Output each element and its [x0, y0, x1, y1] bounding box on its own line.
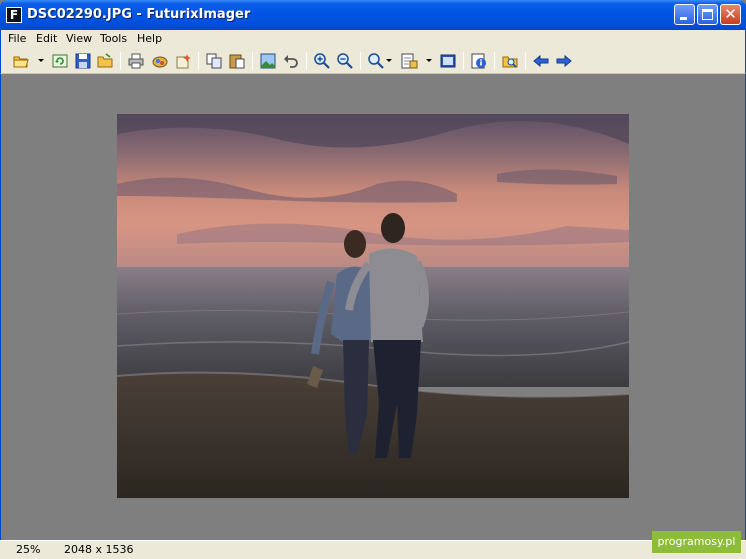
scan-button[interactable] — [151, 52, 169, 70]
refresh-button[interactable] — [51, 52, 69, 70]
next-image-button[interactable] — [555, 52, 573, 70]
toolbar-separator — [198, 52, 199, 70]
photo-sunset-beach-couple — [117, 114, 629, 498]
arrow-right-icon — [556, 54, 572, 68]
copy-button[interactable] — [205, 52, 223, 70]
wallpaper-button[interactable] — [259, 52, 277, 70]
info-icon — [471, 53, 486, 69]
open-dropdown-arrow[interactable] — [38, 59, 44, 62]
menu-file[interactable]: File — [8, 31, 26, 47]
toolbar-separator — [306, 52, 307, 70]
maximize-button[interactable] — [697, 4, 718, 25]
open-folder-icon — [13, 56, 29, 68]
minimize-icon — [680, 17, 687, 20]
zoom-out-icon — [337, 53, 353, 69]
effects-button[interactable] — [174, 52, 192, 70]
printer-icon — [128, 53, 144, 69]
browse-button[interactable] — [501, 52, 519, 70]
magnifier-icon — [368, 53, 384, 69]
image-dimensions: 2048 x 1536 — [64, 543, 134, 556]
close-button[interactable]: ✕ — [720, 4, 741, 25]
zoom-level: 25% — [16, 543, 41, 556]
fullscreen-icon — [440, 54, 456, 68]
scanner-icon — [152, 56, 168, 68]
paste-icon — [229, 54, 245, 69]
toolbar-separator — [463, 52, 464, 70]
effects-icon — [176, 54, 191, 69]
zoom-dropdown-arrow[interactable] — [386, 59, 392, 62]
image-viewport[interactable] — [0, 74, 746, 540]
previous-image-button[interactable] — [532, 52, 550, 70]
close-icon: ✕ — [724, 5, 737, 23]
toolbar-separator — [360, 52, 361, 70]
undo-icon — [284, 55, 298, 68]
image-icon — [260, 53, 276, 69]
window-title: DSC02290.JPG - FuturixImager — [27, 7, 251, 22]
info-button[interactable] — [470, 52, 488, 70]
arrow-left-icon — [533, 54, 549, 68]
properties-dropdown-arrow[interactable] — [426, 59, 432, 62]
zoom-in-icon — [314, 53, 330, 69]
menu-view[interactable]: View — [66, 31, 92, 47]
watermark-badge: programosy.pl — [652, 531, 741, 553]
open-button[interactable] — [12, 52, 30, 70]
title-bar[interactable]: F DSC02290.JPG - FuturixImager ✕ — [0, 0, 746, 30]
zoom-menu-button[interactable] — [367, 52, 385, 70]
properties-icon — [401, 53, 418, 69]
browse-folder-icon — [502, 56, 518, 68]
zoom-in-button[interactable] — [313, 52, 331, 70]
maximize-icon — [702, 9, 713, 20]
save-disk-icon — [75, 53, 91, 69]
toolbar-separator — [120, 52, 121, 70]
status-bar: 25% 2048 x 1536 — [0, 540, 746, 559]
copy-icon — [206, 53, 222, 69]
folder-icon — [97, 53, 113, 68]
open-folder-button[interactable] — [96, 52, 114, 70]
undo-button[interactable] — [282, 52, 300, 70]
zoom-out-button[interactable] — [336, 52, 354, 70]
minimize-button[interactable] — [674, 4, 695, 25]
refresh-icon — [52, 54, 68, 68]
app-icon: F — [6, 7, 22, 23]
save-button[interactable] — [74, 52, 92, 70]
menu-edit[interactable]: Edit — [36, 31, 57, 47]
menu-tools[interactable]: Tools — [100, 31, 127, 47]
fullscreen-button[interactable] — [439, 52, 457, 70]
menu-help[interactable]: Help — [137, 31, 162, 47]
print-button[interactable] — [127, 52, 145, 70]
toolbar-separator — [525, 52, 526, 70]
toolbar-separator — [252, 52, 253, 70]
properties-button[interactable] — [400, 52, 418, 70]
toolbar — [0, 48, 746, 74]
menu-bar: File Edit View Tools Help — [0, 30, 746, 48]
toolbar-separator — [494, 52, 495, 70]
paste-button[interactable] — [228, 52, 246, 70]
